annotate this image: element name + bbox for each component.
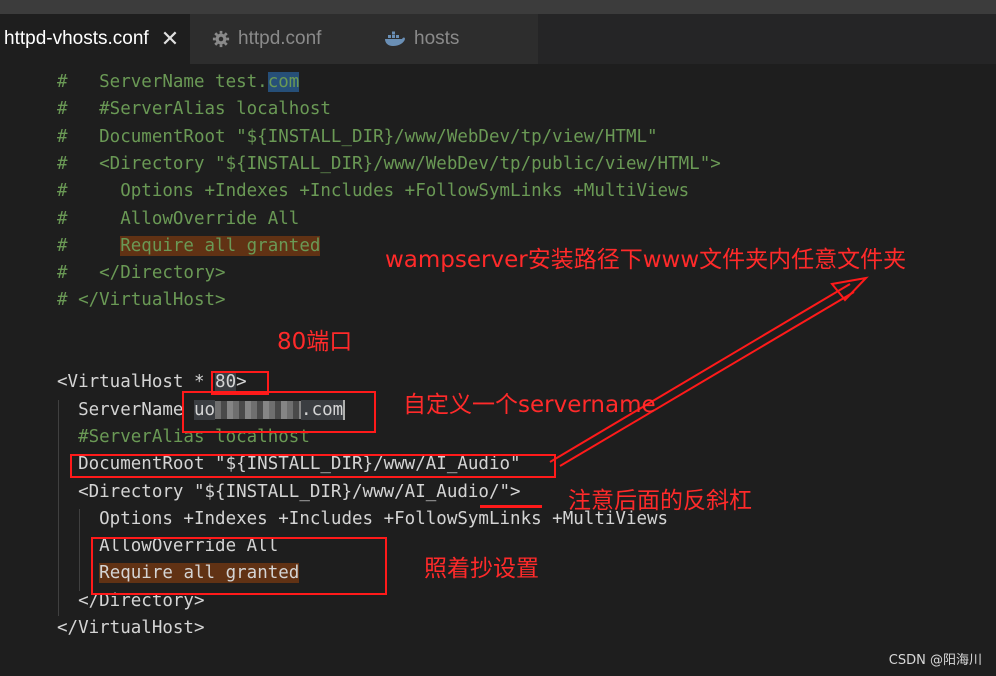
copy-settings-note: 照着抄设置 (424, 556, 539, 582)
port-note: 80端口 (277, 329, 353, 355)
watermark: CSDN @阳海川 (888, 653, 982, 668)
slash-note: 注意后面的反斜杠 (568, 488, 752, 514)
servername-note: 自定义一个servername (403, 392, 656, 418)
wamp-path-note: wampserver安装路径下www文件夹内任意文件夹 (385, 247, 907, 273)
